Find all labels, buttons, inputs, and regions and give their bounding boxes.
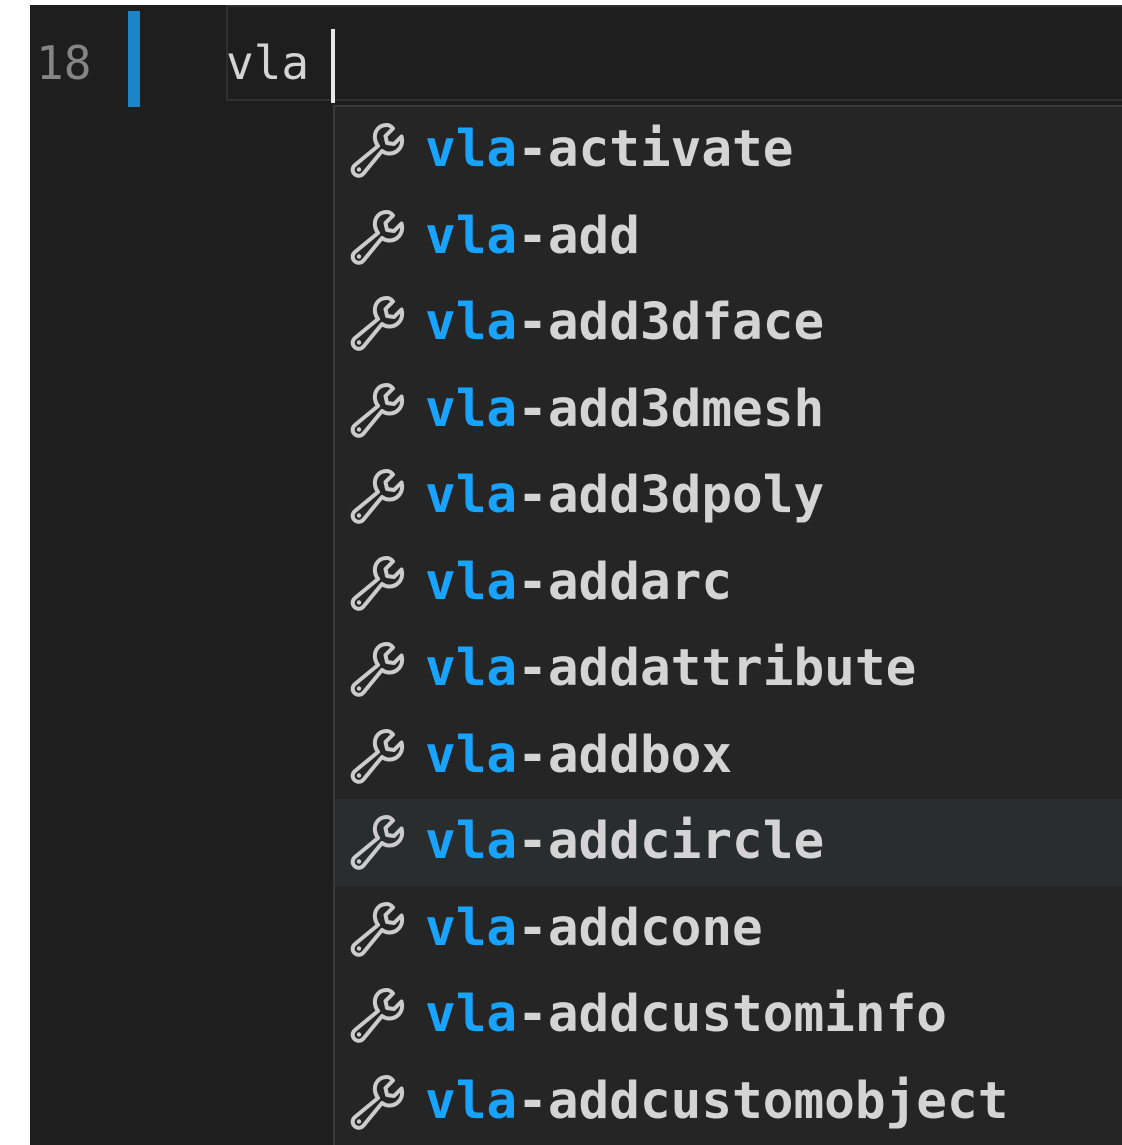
suggestion-label: vla-addcustominfo: [425, 985, 947, 1045]
suggestion-label: vla-addcustomobject: [425, 1072, 1008, 1132]
suggestion-label: vla-add3dface: [425, 293, 824, 353]
suggestion-label: vla-addarc: [425, 553, 732, 613]
suggestion-match: vla: [425, 1071, 518, 1131]
suggestion-rest: -add3dpoly: [517, 466, 825, 526]
suggestion-label: vla-addcone: [425, 899, 763, 959]
suggestion-item[interactable]: vla-addattribute: [335, 626, 1122, 713]
text-cursor: [331, 29, 335, 103]
suggestion-rest: -add3dmesh: [517, 379, 825, 439]
suggestion-match: vla: [425, 639, 518, 699]
wrench-icon: [349, 294, 425, 352]
suggestion-item[interactable]: vla-activate: [335, 107, 1122, 194]
wrench-icon: [349, 467, 425, 525]
suggestion-label: vla-add3dmesh: [425, 380, 824, 440]
code-editor[interactable]: 18 vla vla-activate vla-add vla-add3dfac…: [30, 5, 1122, 1145]
suggestion-rest: -add3dface: [517, 293, 825, 353]
suggestion-match: vla: [425, 725, 518, 785]
wrench-icon: [349, 986, 425, 1044]
autocomplete-suggestions[interactable]: vla-activate vla-add vla-add3dface vla-a…: [333, 105, 1122, 1145]
suggestion-label: vla-add3dpoly: [425, 466, 824, 526]
suggestion-match: vla: [425, 293, 518, 353]
suggestion-label: vla-addcircle: [425, 812, 824, 872]
suggestion-rest: -addattribute: [517, 639, 917, 699]
suggestion-match: vla: [425, 120, 518, 180]
wrench-icon: [349, 121, 425, 179]
suggestion-list: vla-activate vla-add vla-add3dface vla-a…: [335, 107, 1122, 1145]
suggestion-item[interactable]: vla-add: [335, 194, 1122, 281]
suggestion-item[interactable]: vla-addcone: [335, 886, 1122, 973]
suggestion-rest: -add: [517, 206, 640, 266]
suggestion-item[interactable]: vla-addcircle: [335, 799, 1122, 886]
suggestion-item[interactable]: vla-addbox: [335, 713, 1122, 800]
typed-text[interactable]: vla: [226, 33, 309, 93]
line-number: 18: [36, 36, 92, 90]
suggestion-item[interactable]: vla-add3dmesh: [335, 367, 1122, 454]
wrench-icon: [349, 381, 425, 439]
wrench-icon: [349, 900, 425, 958]
suggestion-item[interactable]: vla-add3dpoly: [335, 453, 1122, 540]
suggestion-item[interactable]: vla-addcustomobject: [335, 1059, 1122, 1145]
suggestion-match: vla: [425, 898, 518, 958]
suggestion-rest: -addcone: [517, 898, 763, 958]
suggestion-match: vla: [425, 985, 518, 1045]
suggestion-item[interactable]: vla-add3dface: [335, 280, 1122, 367]
suggestion-label: vla-add: [425, 207, 640, 267]
suggestion-item[interactable]: vla-addarc: [335, 540, 1122, 627]
suggestion-rest: -addbox: [517, 725, 733, 785]
suggestion-match: vla: [425, 552, 518, 612]
wrench-icon: [349, 208, 425, 266]
suggestion-rest: -addarc: [517, 552, 733, 612]
modified-line-marker: [128, 11, 140, 107]
screenshot-canvas: 18 vla vla-activate vla-add vla-add3dfac…: [0, 0, 1122, 1145]
suggestion-match: vla: [425, 466, 518, 526]
suggestion-match: vla: [425, 812, 518, 872]
suggestion-label: vla-activate: [425, 120, 793, 180]
wrench-icon: [349, 813, 425, 871]
suggestion-rest: -addcustominfo: [517, 985, 947, 1045]
suggestion-match: vla: [425, 379, 518, 439]
suggestion-label: vla-addattribute: [425, 639, 916, 699]
wrench-icon: [349, 1073, 425, 1131]
wrench-icon: [349, 727, 425, 785]
suggestion-rest: -activate: [517, 120, 794, 180]
suggestion-label: vla-addbox: [425, 726, 732, 786]
suggestion-rest: -addcustomobject: [517, 1071, 1009, 1131]
suggestion-match: vla: [425, 206, 518, 266]
current-line-highlight: [226, 5, 1122, 101]
wrench-icon: [349, 640, 425, 698]
wrench-icon: [349, 554, 425, 612]
suggestion-item[interactable]: vla-addcustominfo: [335, 972, 1122, 1059]
suggestion-rest: -addcircle: [517, 812, 825, 872]
